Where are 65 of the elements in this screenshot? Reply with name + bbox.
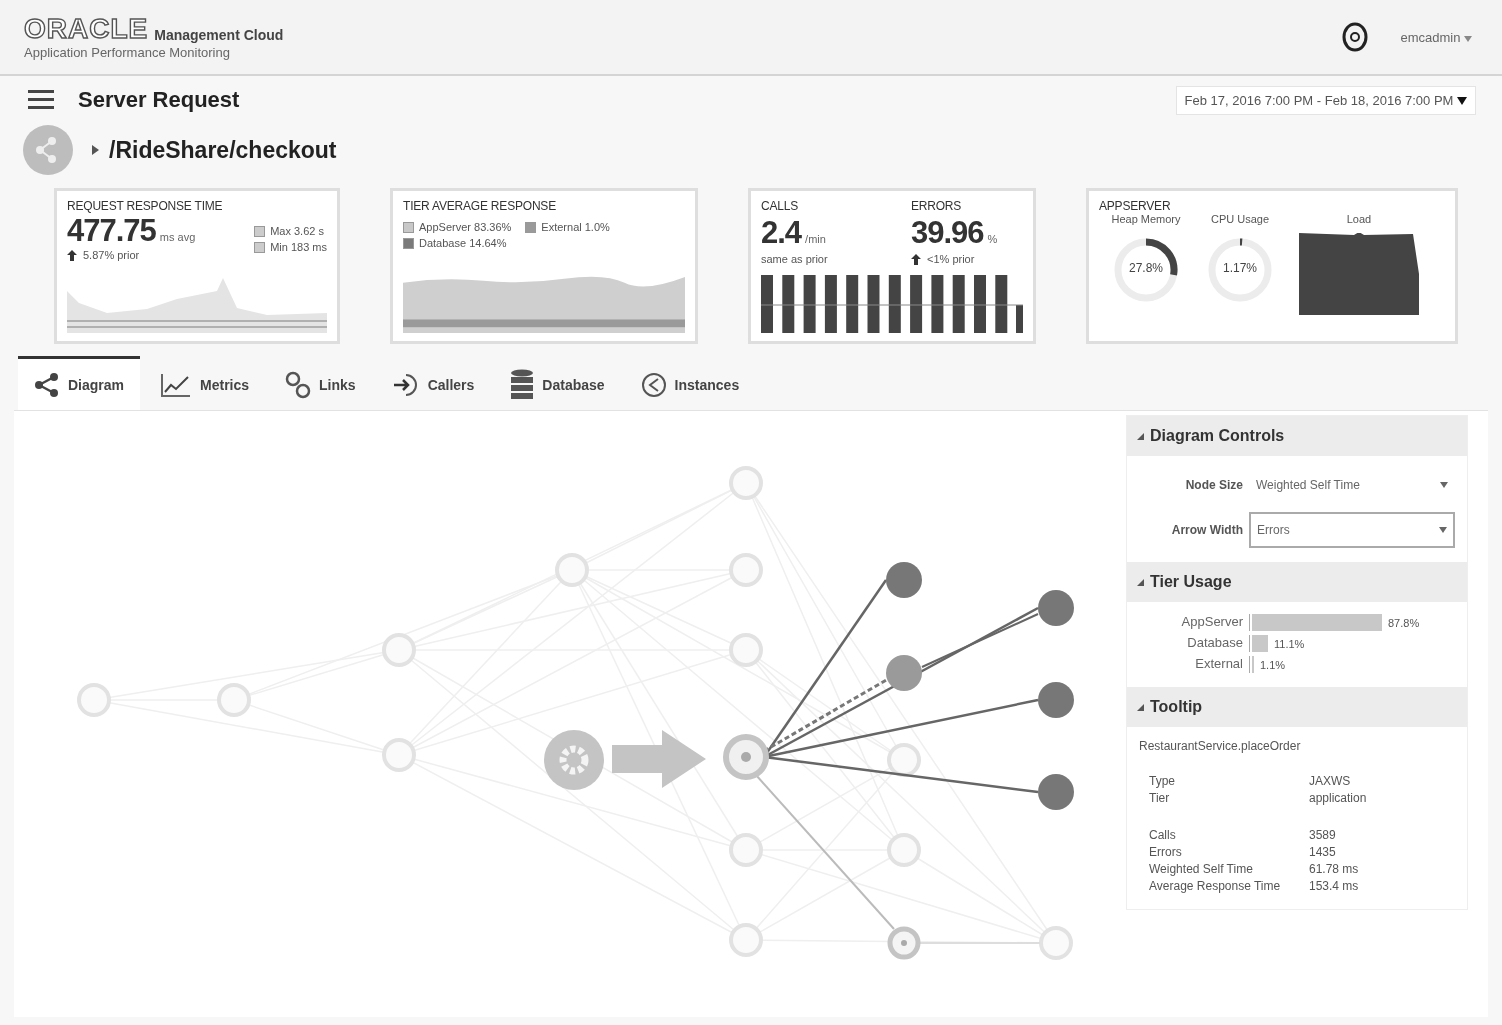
tier-label: AppServer [1180, 614, 1243, 631]
metric-unit: ms avg [159, 231, 196, 243]
section-title: Diagram Controls [1150, 427, 1285, 445]
metric-unit: /min [805, 233, 826, 245]
usage-reading: 11.1% [1274, 637, 1305, 650]
gauge-reading: 27.8% [1128, 261, 1164, 275]
select-field[interactable]: Errors [1249, 512, 1455, 548]
metric-value: 477.75 [67, 213, 156, 249]
section-header[interactable]: Diagram Controls [1127, 416, 1467, 456]
change-text: same as prior [761, 253, 828, 265]
product-name: Management Cloud [154, 26, 284, 43]
card-title: TIER AVERAGE RESPONSE [403, 199, 557, 213]
card-title: CALLS [761, 199, 800, 213]
property-value: 1435 [1309, 844, 1337, 861]
gauge-label: Load [1346, 213, 1372, 225]
property-label: Average Response Time [1149, 878, 1282, 895]
card-title: REQUEST RESPONSE TIME [67, 199, 224, 213]
tab[interactable]: Instances [624, 356, 756, 410]
tier-label: Database [1186, 635, 1243, 652]
property-label: Weighted Self Time [1149, 861, 1254, 878]
field-label: Node Size [1184, 478, 1243, 492]
card-title: APPSERVER [1099, 199, 1172, 213]
tab[interactable]: Diagram [18, 356, 141, 410]
property-value: 61.78 ms [1309, 861, 1360, 878]
usage-reading: 87.8% [1388, 616, 1420, 629]
property-label: Errors [1149, 844, 1183, 861]
section-header[interactable]: Tooltip [1127, 687, 1467, 727]
property-value: 3589 [1309, 827, 1337, 844]
section-title: Tooltip [1150, 698, 1203, 716]
user-menu[interactable]: emcadmin [1394, 28, 1478, 46]
request-path: /RideShare/checkout [109, 136, 337, 164]
gauge-label: Heap Memory [1111, 213, 1181, 225]
metric-value: 39.96 [911, 215, 984, 251]
card-title: ERRORS [911, 199, 963, 213]
change-text: <1% prior [927, 253, 975, 265]
tab[interactable]: Metrics [144, 356, 266, 410]
property-label: Calls [1149, 827, 1177, 844]
legend-label: External 1.0% [541, 221, 610, 233]
tab[interactable]: Database [494, 356, 621, 410]
logo: ORACLE [24, 14, 149, 43]
page-title: Server Request [78, 87, 241, 113]
gauge-reading: 1.17% [1222, 261, 1258, 275]
section-title: Tier Usage [1150, 573, 1232, 591]
property-value: JAXWS [1309, 773, 1352, 790]
section-header[interactable]: Tier Usage [1127, 562, 1467, 602]
property-label: Type [1149, 773, 1176, 790]
metric-unit: % [987, 233, 998, 245]
property-label: Tier [1149, 790, 1171, 807]
usage-reading: 1.1% [1260, 658, 1286, 671]
legend-label: AppServer 83.36% [419, 221, 512, 233]
property-value: application [1309, 790, 1368, 807]
change-text: 5.87% prior [83, 249, 140, 261]
stat-text: Max 3.62 s [270, 225, 324, 237]
field-label: Arrow Width [1170, 523, 1243, 537]
gauge-label: CPU Usage [1210, 213, 1270, 225]
property-value: 153.4 ms [1309, 878, 1360, 895]
tab[interactable]: Callers [375, 356, 491, 410]
product-subtitle: Application Performance Monitoring [24, 44, 231, 60]
tab[interactable]: Links [269, 356, 372, 410]
tier-label: External [1194, 656, 1243, 673]
stat-text: Min 183 ms [270, 241, 327, 253]
legend-label: Database 14.64% [419, 237, 507, 249]
operation-name: RestaurantService.placeOrder [1139, 739, 1302, 753]
date-range-selector[interactable]: Feb 17, 2016 7:00 PM - Feb 18, 2016 7:00 PM [1175, 85, 1476, 115]
metric-value: 2.4 [761, 215, 802, 251]
